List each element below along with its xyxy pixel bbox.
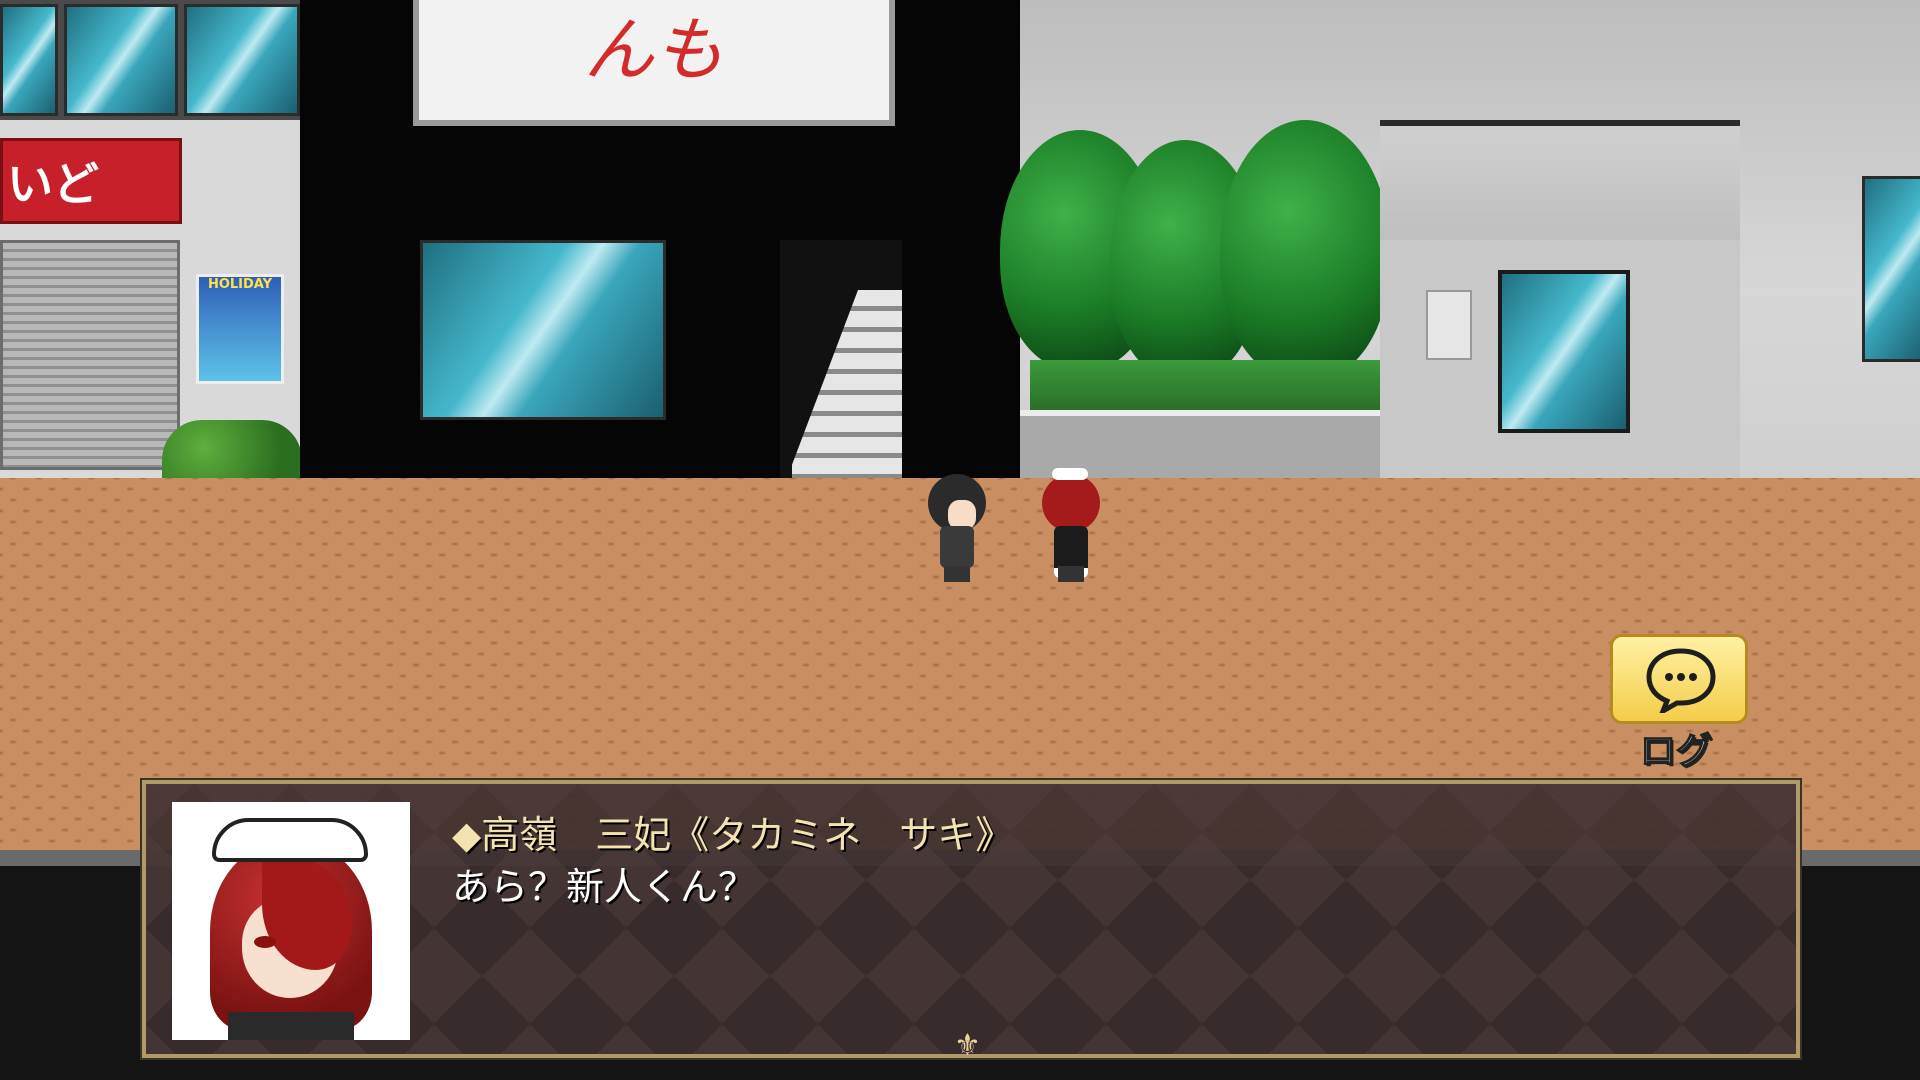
character-legs [944, 566, 970, 582]
name-plate [1426, 290, 1472, 360]
shop-shutter [0, 240, 180, 470]
left-building: いど屋！ HOLIDAY [0, 0, 300, 480]
fleur-de-lis-icon[interactable]: ⚜ [954, 1028, 981, 1063]
rooftop-sign: んも [413, 0, 895, 126]
window-pane [184, 4, 300, 116]
shop-sign: いど屋！ [0, 138, 182, 297]
tree [1220, 120, 1390, 380]
window-pane [0, 4, 58, 116]
upper-windows [0, 0, 300, 120]
message-window[interactable]: ◆高嶺 三妃《タカミネ サキ》 あら？新人くん？ ⚜ [140, 778, 1802, 1063]
character-legs [1058, 566, 1084, 582]
portrait-collar [228, 1012, 354, 1040]
hedge [1030, 360, 1380, 410]
poster-text: HOLIDAY [207, 277, 273, 292]
shop-window [420, 240, 666, 420]
speech-bubble-icon [1646, 648, 1716, 713]
portrait-maid-cap [212, 818, 368, 862]
annex-building [1380, 120, 1740, 480]
stairway-entrance [780, 240, 902, 480]
player-character[interactable] [922, 474, 992, 584]
speaker-name: ◆高嶺 三妃《タカミネ サキ》 [452, 813, 1014, 857]
glass-door [1498, 270, 1630, 433]
poster: HOLIDAY [196, 274, 284, 384]
log-button[interactable] [1610, 634, 1748, 724]
portrait-eye [254, 936, 276, 948]
game-screen[interactable]: いど屋！ HOLIDAY んも [0, 0, 1920, 1080]
maid-headdress [1052, 468, 1088, 480]
dialogue-text: あら？新人くん？ [452, 865, 757, 909]
maid-character[interactable] [1036, 468, 1106, 584]
character-hair [1042, 474, 1100, 532]
annex-roof [1380, 120, 1740, 240]
window-pane [1862, 176, 1920, 362]
window-pane [64, 4, 178, 116]
stairs [792, 290, 902, 480]
maid-portrait [172, 802, 410, 1040]
character-body [940, 526, 974, 568]
log-button-label[interactable]: ログ [1639, 722, 1740, 774]
